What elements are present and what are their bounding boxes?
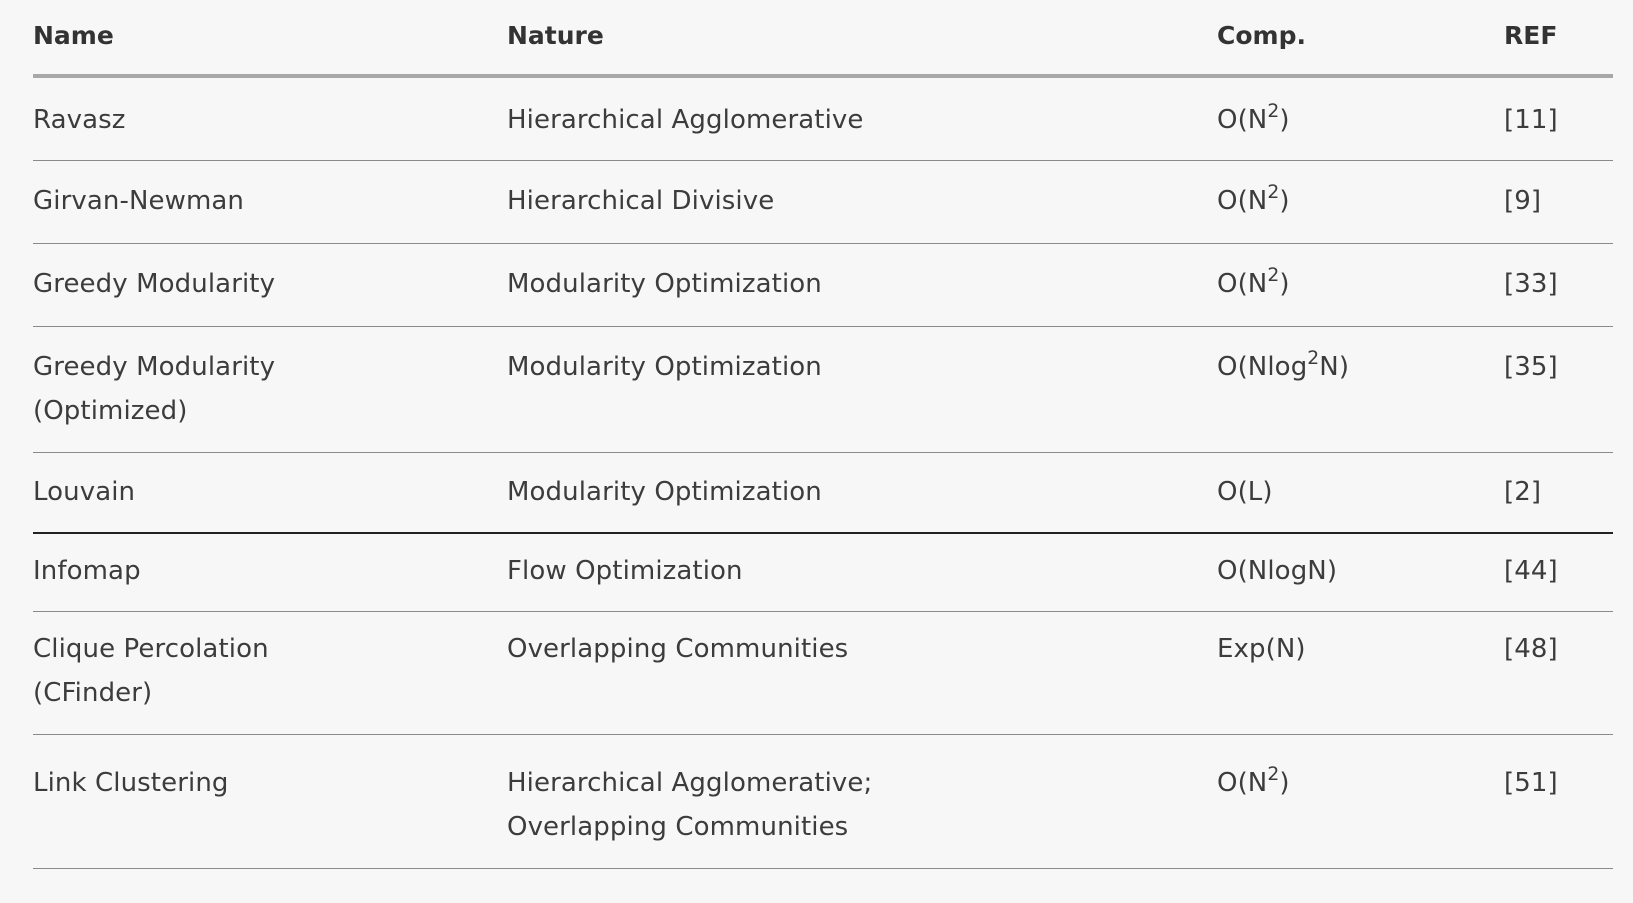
cell-nature: Flow Optimization	[507, 533, 1217, 612]
complexity-base: O(N	[1217, 768, 1268, 798]
header-comp: Comp.	[1217, 0, 1504, 78]
cell-name: Infomap	[33, 533, 507, 612]
table-row: Link Clustering Hierarchical Agglomerativ…	[33, 734, 1613, 869]
complexity-exponent: 2	[1267, 764, 1280, 786]
complexity-tail: )	[1279, 105, 1290, 135]
cell-nature: Hierarchical Divisive	[507, 160, 1217, 244]
cell-name-line: Infomap	[33, 556, 141, 586]
cell-nature-line: Modularity Optimization	[507, 477, 822, 507]
cell-nature-line: Flow Optimization	[507, 556, 743, 586]
table-row: Girvan-Newman Hierarchical Divisive O(N2)[…	[33, 160, 1613, 244]
cell-name-line: Ravasz	[33, 105, 126, 135]
cell-name-line: Girvan-Newman	[33, 186, 244, 216]
cell-name: Ravasz	[33, 76, 507, 161]
table-row: Greedy Modularity Modularity Optimization…	[33, 243, 1613, 327]
cell-ref: [48]	[1504, 611, 1613, 735]
complexity-exponent: 2	[1267, 182, 1280, 204]
cell-nature-line: Modularity Optimization	[507, 352, 822, 382]
cell-nature-line: Overlapping Communities	[507, 812, 849, 842]
cell-nature-line: Overlapping Communities	[507, 634, 849, 664]
complexity-exponent: 2	[1267, 265, 1280, 287]
cell-ref: [33]	[1504, 243, 1613, 327]
complexity-base: O(NlogN)	[1217, 556, 1338, 586]
cell-name: Louvain	[33, 452, 507, 534]
cell-name: Link Clustering	[33, 734, 507, 869]
cell-nature: Modularity Optimization	[507, 452, 1217, 534]
table-row: Infomap Flow Optimization O(NlogN) [44]	[33, 533, 1613, 612]
table-row: Clique Percolation (CFinder) Overlapping C…	[33, 611, 1613, 735]
cell-nature: Overlapping Communities	[507, 611, 1217, 735]
cell-name: Clique Percolation (CFinder)	[33, 611, 507, 735]
cell-name: Greedy Modularity (Optimized)	[33, 326, 507, 453]
complexity-tail: )	[1279, 269, 1290, 299]
cell-name-line: Clique Percolation	[33, 634, 269, 664]
cell-nature-line: Modularity Optimization	[507, 269, 822, 299]
complexity-tail: )	[1279, 768, 1290, 798]
complexity-base: O(Nlog	[1217, 352, 1308, 382]
cell-nature-line: Hierarchical Agglomerative	[507, 105, 864, 135]
cell-ref: [11]	[1504, 76, 1613, 161]
cell-nature: Modularity Optimization	[507, 243, 1217, 327]
cell-complexity: O(N2)	[1217, 160, 1504, 244]
cell-ref: [35]	[1504, 326, 1613, 453]
cell-ref: [9]	[1504, 160, 1613, 244]
cell-name-line: Louvain	[33, 477, 136, 507]
cell-name: Girvan-Newman	[33, 160, 507, 244]
header-ref: REF	[1504, 0, 1613, 78]
cell-complexity: O(N2)	[1217, 243, 1504, 327]
cell-complexity: Exp(N)	[1217, 611, 1504, 735]
complexity-exponent: 2	[1307, 348, 1320, 370]
cell-nature-line: Hierarchical Agglomerative;	[507, 768, 873, 798]
header-nature: Nature	[507, 0, 1217, 78]
cell-ref: [51]	[1504, 734, 1613, 869]
cell-complexity: O(Nlog2N)	[1217, 326, 1504, 453]
complexity-exponent: 2	[1267, 101, 1280, 123]
cell-nature: Modularity Optimization	[507, 326, 1217, 453]
cell-nature: Hierarchical Agglomerative	[507, 76, 1217, 161]
community-detection-algorithms-table: Name Nature Comp. REF Ravasz Hierarchical…	[33, 0, 1613, 869]
complexity-base: O(N	[1217, 269, 1268, 299]
complexity-base: O(N	[1217, 105, 1268, 135]
cell-nature: Hierarchical Agglomerative; Overlapping C…	[507, 734, 1217, 869]
table-row: Louvain Modularity Optimization O(L) [2]	[33, 452, 1613, 534]
cell-nature-line: Hierarchical Divisive	[507, 186, 775, 216]
cell-ref: [2]	[1504, 452, 1613, 534]
cell-name: Greedy Modularity	[33, 243, 507, 327]
cell-ref: [44]	[1504, 533, 1613, 612]
cell-name-line: Greedy Modularity	[33, 269, 276, 299]
header-row: Name Nature Comp. REF	[33, 0, 1613, 78]
cell-complexity: O(L)	[1217, 452, 1504, 534]
cell-complexity: O(N2)	[1217, 76, 1504, 161]
header-name: Name	[33, 0, 507, 78]
algorithms-table-container: Name Nature Comp. REF Ravasz Hierarchical…	[33, 0, 1613, 869]
table-header: Name Nature Comp. REF	[33, 0, 1613, 78]
cell-complexity: O(N2)	[1217, 734, 1504, 869]
table-body: Ravasz Hierarchical Agglomerative O(N2) [11…	[33, 76, 1613, 869]
cell-complexity: O(NlogN)	[1217, 533, 1504, 612]
complexity-base: Exp(N)	[1217, 634, 1306, 664]
cell-name-line: (CFinder)	[33, 678, 153, 708]
cell-name-line: Link Clustering	[33, 768, 229, 798]
complexity-base: O(N	[1217, 186, 1268, 216]
table-row: Ravasz Hierarchical Agglomerative O(N2) [11…	[33, 76, 1613, 161]
table-row: Greedy Modularity (Optimized) Modularity O…	[33, 326, 1613, 453]
complexity-base: O(L)	[1217, 477, 1273, 507]
complexity-tail: N)	[1319, 352, 1350, 382]
complexity-tail: )	[1279, 186, 1290, 216]
cell-name-line: (Optimized)	[33, 396, 188, 426]
cell-name-line: Greedy Modularity	[33, 352, 276, 382]
